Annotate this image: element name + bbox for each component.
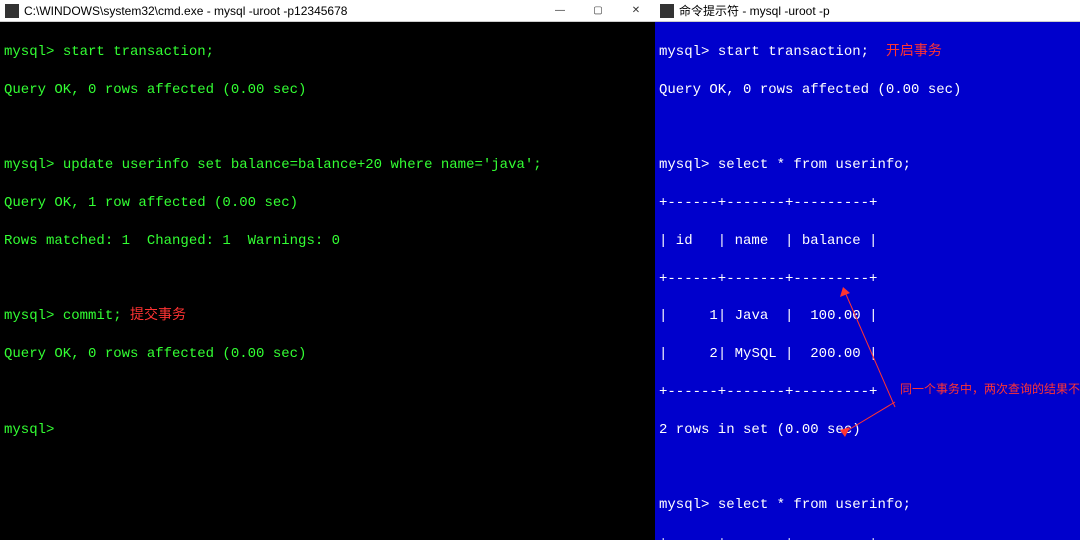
terminal-line: mysql> commit; 提交事务 xyxy=(4,307,651,326)
blank-line xyxy=(659,118,1076,137)
terminal-line: mysql> select * from userinfo; xyxy=(659,156,1076,175)
terminal-line: Query OK, 1 row affected (0.00 sec) xyxy=(4,194,651,213)
table-border: +------+-------+---------+ xyxy=(659,194,1076,213)
table-border: +------+-------+---------+ xyxy=(659,534,1076,540)
left-title: C:\WINDOWS\system32\cmd.exe - mysql -uro… xyxy=(24,4,541,18)
prompt: mysql> xyxy=(4,44,63,60)
right-terminal[interactable]: mysql> start transaction; 开启事务 Query OK,… xyxy=(655,22,1080,540)
annotation-side: 同一个事务中，两次查询的结果不一致，这就是不可重复读的问题。 xyxy=(900,382,1045,398)
blank-line xyxy=(4,270,651,289)
terminal-line: mysql> xyxy=(4,421,651,440)
terminal-line: mysql> update userinfo set balance=balan… xyxy=(4,156,651,175)
terminal-line: mysql> select * from userinfo; xyxy=(659,496,1076,515)
prompt: mysql> xyxy=(659,157,718,173)
right-titlebar[interactable]: 命令提示符 - mysql -uroot -p xyxy=(655,0,1080,22)
prompt: mysql> xyxy=(4,157,63,173)
blank-line xyxy=(4,118,651,137)
command: update userinfo set balance=balance+20 w… xyxy=(63,157,542,173)
prompt: mysql> xyxy=(4,308,63,324)
table-row: | 1| Java | 100.00 | xyxy=(659,307,1076,326)
table-header: | id | name | balance | xyxy=(659,232,1076,251)
cmd-icon xyxy=(660,4,674,18)
terminal-line: Query OK, 0 rows affected (0.00 sec) xyxy=(4,345,651,364)
blank-line xyxy=(659,458,1076,477)
blank-line xyxy=(4,383,651,402)
command: start transaction; xyxy=(63,44,214,60)
maximize-button[interactable]: ▢ xyxy=(579,0,617,22)
minimize-button[interactable]: — xyxy=(541,0,579,22)
right-window: 命令提示符 - mysql -uroot -p mysql> start tra… xyxy=(655,0,1080,540)
cmd-icon xyxy=(5,4,19,18)
left-titlebar[interactable]: C:\WINDOWS\system32\cmd.exe - mysql -uro… xyxy=(0,0,655,22)
command: commit; xyxy=(63,308,122,324)
annotation-start: 开启事务 xyxy=(869,44,942,60)
terminal-line: 2 rows in set (0.00 sec) xyxy=(659,421,1076,440)
terminal-line: Query OK, 0 rows affected (0.00 sec) xyxy=(4,81,651,100)
command: select * from userinfo; xyxy=(718,497,911,513)
table-border: +------+-------+---------+ xyxy=(659,270,1076,289)
terminal-line: Query OK, 0 rows affected (0.00 sec) xyxy=(659,81,1076,100)
right-title: 命令提示符 - mysql -uroot -p xyxy=(679,2,1080,19)
terminal-line: Rows matched: 1 Changed: 1 Warnings: 0 xyxy=(4,232,651,251)
left-terminal[interactable]: mysql> start transaction; Query OK, 0 ro… xyxy=(0,22,655,540)
left-window: C:\WINDOWS\system32\cmd.exe - mysql -uro… xyxy=(0,0,655,540)
table-row: | 2| MySQL | 200.00 | xyxy=(659,345,1076,364)
window-controls: — ▢ ✕ xyxy=(541,0,655,22)
prompt: mysql> xyxy=(659,497,718,513)
command: select * from userinfo; xyxy=(718,157,911,173)
annotation-commit: 提交事务 xyxy=(122,308,186,324)
prompt: mysql> xyxy=(659,44,718,60)
terminal-line: mysql> start transaction; 开启事务 xyxy=(659,43,1076,62)
close-button[interactable]: ✕ xyxy=(617,0,655,22)
terminal-line: mysql> start transaction; xyxy=(4,43,651,62)
command: start transaction; xyxy=(718,44,869,60)
